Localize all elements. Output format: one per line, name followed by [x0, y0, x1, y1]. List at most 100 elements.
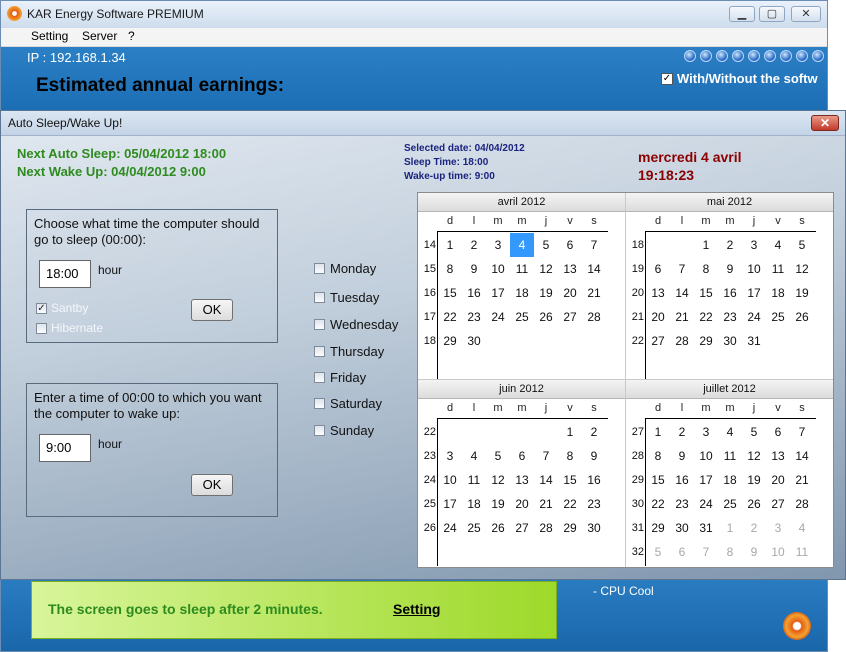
day-cell[interactable]: 26	[742, 492, 766, 516]
day-cell[interactable]: 7	[790, 420, 814, 444]
maximize-button[interactable]: ▢	[759, 6, 785, 22]
day-cell[interactable]: 3	[694, 420, 718, 444]
day-cell[interactable]: 14	[534, 468, 558, 492]
day-cell[interactable]: 30	[582, 516, 606, 540]
day-cell[interactable]: 13	[510, 468, 534, 492]
day-cell[interactable]: 7	[582, 233, 606, 257]
day-cell[interactable]: 2	[670, 420, 694, 444]
day-cell[interactable]: 22	[694, 305, 718, 329]
day-cell[interactable]: 20	[510, 492, 534, 516]
day-cell[interactable]: 31	[742, 329, 766, 353]
day-cell[interactable]: 19	[486, 492, 510, 516]
day-cell[interactable]: 8	[694, 257, 718, 281]
day-cell[interactable]: 4	[790, 516, 814, 540]
day-cell[interactable]: 16	[718, 281, 742, 305]
day-cell[interactable]: 28	[670, 329, 694, 353]
day-cell[interactable]: 18	[462, 492, 486, 516]
wake-time-input[interactable]: 9:00	[39, 434, 91, 462]
day-cell[interactable]: 22	[558, 492, 582, 516]
day-cell[interactable]: 1	[694, 233, 718, 257]
day-cell[interactable]: 16	[462, 281, 486, 305]
day-cell[interactable]: 11	[718, 444, 742, 468]
day-cell[interactable]: 27	[510, 516, 534, 540]
day-cell[interactable]: 20	[646, 305, 670, 329]
sleep-time-input[interactable]: 18:00	[39, 260, 91, 288]
day-cell[interactable]: 5	[742, 420, 766, 444]
wake-ok-button[interactable]: OK	[191, 474, 233, 496]
day-cell[interactable]: 4	[510, 233, 534, 257]
day-cell[interactable]: 15	[558, 468, 582, 492]
day-cell[interactable]: 23	[582, 492, 606, 516]
day-cell[interactable]: 5	[534, 233, 558, 257]
day-cell[interactable]: 2	[462, 233, 486, 257]
day-cell[interactable]: 12	[790, 257, 814, 281]
day-cell[interactable]: 23	[718, 305, 742, 329]
with-without-checkbox[interactable]: ✓	[661, 73, 673, 85]
day-cell[interactable]: 30	[462, 329, 486, 353]
day-cell[interactable]: 7	[534, 444, 558, 468]
day-cell[interactable]: 2	[718, 233, 742, 257]
day-cell[interactable]: 8	[646, 444, 670, 468]
day-cell[interactable]: 7	[670, 257, 694, 281]
day-cell[interactable]: 17	[438, 492, 462, 516]
day-cell[interactable]: 28	[534, 516, 558, 540]
day-cell[interactable]: 1	[438, 233, 462, 257]
day-cell[interactable]: 10	[766, 540, 790, 564]
day-cell[interactable]: 13	[646, 281, 670, 305]
day-cell[interactable]: 26	[790, 305, 814, 329]
day-cell[interactable]: 24	[438, 516, 462, 540]
day-cell[interactable]: 23	[670, 492, 694, 516]
day-cell[interactable]: 26	[534, 305, 558, 329]
day-cell[interactable]: 9	[718, 257, 742, 281]
day-cell[interactable]: 14	[670, 281, 694, 305]
day-cell[interactable]: 13	[558, 257, 582, 281]
day-cell[interactable]: 24	[742, 305, 766, 329]
day-cell[interactable]: 8	[438, 257, 462, 281]
day-cell[interactable]: 7	[694, 540, 718, 564]
day-cell[interactable]: 27	[646, 329, 670, 353]
day-cell[interactable]: 10	[438, 468, 462, 492]
day-cell[interactable]: 8	[718, 540, 742, 564]
day-cell[interactable]: 21	[670, 305, 694, 329]
day-cell[interactable]: 18	[718, 468, 742, 492]
day-cell[interactable]: 30	[718, 329, 742, 353]
monday-checkbox[interactable]	[314, 263, 325, 274]
wednesday-checkbox[interactable]	[314, 319, 325, 330]
day-cell[interactable]: 12	[534, 257, 558, 281]
day-cell[interactable]: 29	[646, 516, 670, 540]
saturday-checkbox[interactable]	[314, 398, 325, 409]
day-cell[interactable]: 11	[462, 468, 486, 492]
day-cell[interactable]: 6	[646, 257, 670, 281]
day-cell[interactable]: 24	[486, 305, 510, 329]
day-cell[interactable]: 4	[718, 420, 742, 444]
day-cell[interactable]: 21	[582, 281, 606, 305]
day-cell[interactable]: 17	[694, 468, 718, 492]
day-cell[interactable]: 2	[742, 516, 766, 540]
day-cell[interactable]: 2	[582, 420, 606, 444]
day-cell[interactable]: 16	[670, 468, 694, 492]
day-cell[interactable]: 10	[486, 257, 510, 281]
day-cell[interactable]: 25	[766, 305, 790, 329]
minimize-button[interactable]: ▁	[729, 6, 755, 22]
day-cell[interactable]: 9	[670, 444, 694, 468]
day-cell[interactable]: 27	[558, 305, 582, 329]
menu-help[interactable]: ?	[128, 29, 135, 43]
day-cell[interactable]: 20	[766, 468, 790, 492]
day-cell[interactable]: 19	[534, 281, 558, 305]
day-cell[interactable]: 17	[742, 281, 766, 305]
day-cell[interactable]: 21	[790, 468, 814, 492]
day-cell[interactable]: 20	[558, 281, 582, 305]
day-cell[interactable]: 19	[742, 468, 766, 492]
day-cell[interactable]: 3	[742, 233, 766, 257]
day-cell[interactable]: 3	[438, 444, 462, 468]
dialog-close-button[interactable]: ✕	[811, 115, 839, 131]
day-cell[interactable]: 14	[582, 257, 606, 281]
day-cell[interactable]: 9	[582, 444, 606, 468]
day-cell[interactable]: 4	[766, 233, 790, 257]
day-cell[interactable]: 11	[510, 257, 534, 281]
standby-checkbox[interactable]: ✓	[36, 303, 47, 314]
day-cell[interactable]: 23	[462, 305, 486, 329]
day-cell[interactable]: 8	[558, 444, 582, 468]
day-cell[interactable]: 29	[694, 329, 718, 353]
day-cell[interactable]: 10	[742, 257, 766, 281]
